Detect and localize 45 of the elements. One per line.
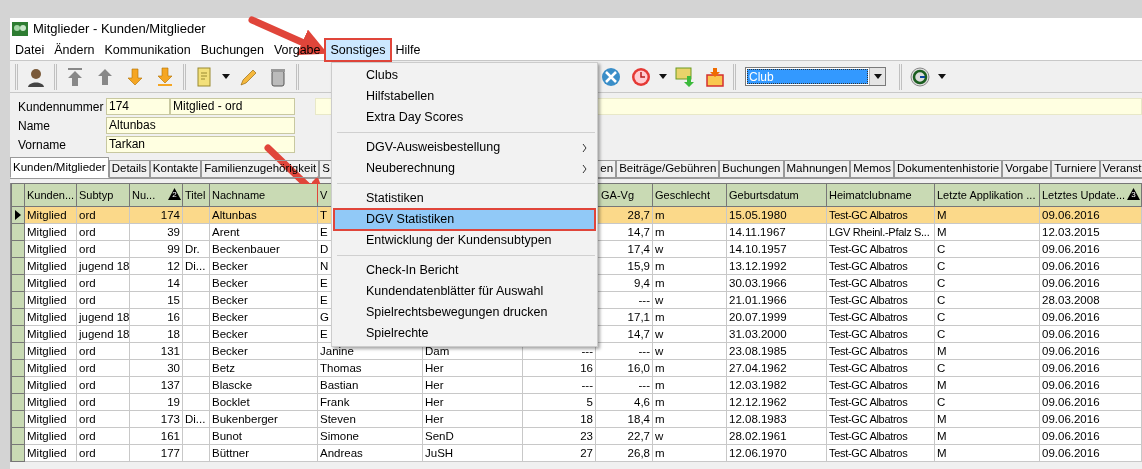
tab[interactable]: Turniere [1051,160,1100,178]
tab[interactable]: Kontakte [149,160,202,178]
menu-item[interactable]: Extra Day Scores [334,107,595,128]
tab[interactable]: Veranst [1099,160,1142,178]
column-header[interactable]: Kunden... [24,183,77,207]
menu-item[interactable]: Statistiken [334,188,595,209]
column-header[interactable]: Letzte Applikation ... [934,183,1040,207]
column-header[interactable]: Nu... 2 [129,183,183,207]
tab[interactable]: Kunden/Mitglieder [10,157,109,178]
tab[interactable]: Details [108,160,150,178]
tab[interactable]: Dokumentenhistorie [894,160,1003,178]
field-label: Vorname [17,136,68,154]
menu-item[interactable]: Buchungen [195,40,269,60]
menu-item[interactable]: DGV Statistiken [334,209,595,230]
tab[interactable]: Memos [850,160,894,178]
menu-item[interactable]: Sonstiges [325,40,391,60]
field-label: Kundennummer [17,98,105,116]
tab[interactable]: Vorgabe [1002,160,1052,178]
text-field[interactable]: Tarkan [106,136,295,153]
menu-item[interactable]: Hilfe [390,40,426,60]
menu-item[interactable]: Ändern [49,40,100,60]
window-title: Mitglieder - Kunden/Mitglieder [33,20,206,39]
column-header[interactable]: Heimatclubname [826,183,935,207]
text-field[interactable]: 174 [106,98,170,115]
column-header[interactable]: Letztes Update... 3 [1039,183,1142,207]
menu-item[interactable]: Hilfstabellen [334,86,595,107]
column-header[interactable]: GA-Vg [595,183,653,207]
menu-item[interactable]: Neuberechnung [334,158,595,179]
text-field[interactable]: Altunbas [106,117,295,134]
sort-badge: 2 [168,188,181,200]
tab[interactable]: Mahnungen [783,160,851,178]
tab[interactable]: Buchungen [719,160,784,178]
menu-item[interactable]: Clubs [334,65,595,86]
menu-item[interactable]: Kommunikation [99,40,196,60]
column-header[interactable]: Subtyp [76,183,130,207]
field-label: Name [17,117,51,135]
tab[interactable]: Beiträge/Gebühren [616,160,720,178]
sort-badge: 3 [1127,188,1140,200]
menu-item[interactable]: Datei [10,40,50,60]
menu-item[interactable]: DGV-Ausweisbestellung [334,137,595,158]
column-header[interactable]: Nachname [209,183,318,207]
column-header[interactable]: Geburtsdatum [726,183,827,207]
text-field[interactable]: Mitglied - ord [170,98,295,115]
column-header[interactable]: Geschlecht [652,183,727,207]
column-header[interactable]: Titel [182,183,210,207]
